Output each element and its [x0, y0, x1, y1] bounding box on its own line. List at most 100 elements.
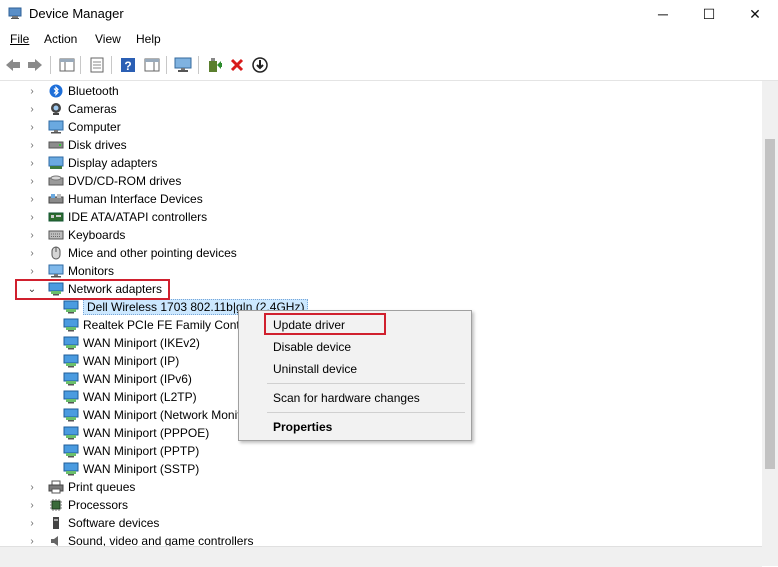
- tree-category-cameras[interactable]: › Cameras: [26, 100, 116, 118]
- tree-category-label: Keyboards: [68, 228, 126, 242]
- tree-category-disk-drives[interactable]: › Disk drives: [26, 136, 127, 154]
- tree-device-label: WAN Miniport (IP): [83, 354, 180, 368]
- tree-category-monitors[interactable]: › Monitors: [26, 262, 114, 280]
- tree-device-wan-ip[interactable]: WAN Miniport (IP): [63, 352, 179, 370]
- tree-device-wan-l2tp[interactable]: WAN Miniport (L2TP): [63, 388, 197, 406]
- chevron-right-icon[interactable]: ›: [26, 532, 38, 547]
- title-bar: Device Manager ─ ☐ ✕: [0, 0, 778, 28]
- tree-category-print-queues[interactable]: › Print queues: [26, 478, 135, 496]
- menu-file[interactable]: File: [10, 32, 29, 46]
- bluetooth-icon: [48, 83, 64, 99]
- chevron-right-icon[interactable]: ›: [26, 172, 38, 190]
- download-icon: [252, 57, 268, 73]
- network-adapter-icon: [63, 371, 79, 387]
- tree-category-display-adapters[interactable]: › Display adapters: [26, 154, 157, 172]
- tree-category-label: IDE ATA/ATAPI controllers: [68, 210, 208, 224]
- chevron-right-icon[interactable]: ›: [26, 82, 38, 100]
- tree-category-label: Software devices: [68, 516, 160, 530]
- network-adapter-icon: [63, 335, 79, 351]
- software-device-icon: [48, 515, 64, 531]
- device-manager-app-icon: [8, 7, 22, 19]
- back-button[interactable]: [3, 55, 23, 75]
- tree-category-ide-ata-atapi-controllers[interactable]: › IDE ATA/ATAPI controllers: [26, 208, 207, 226]
- update-driver-highlight: [264, 313, 386, 335]
- menu-action[interactable]: Action: [44, 32, 77, 46]
- forward-icon: [28, 59, 42, 71]
- chevron-right-icon[interactable]: ›: [26, 496, 38, 514]
- update-driver-toolbar-button[interactable]: [205, 55, 225, 75]
- tree-device-wan-pppoe[interactable]: WAN Miniport (PPPOE): [63, 424, 209, 442]
- network-adapters-highlight: [15, 279, 170, 300]
- context-menu-disable-device[interactable]: Disable device: [273, 340, 351, 354]
- scrollbar-corner: [762, 546, 778, 566]
- tree-category-label: Human Interface Devices: [68, 192, 203, 206]
- maximize-button[interactable]: ☐: [686, 0, 732, 28]
- help-button[interactable]: ?: [118, 55, 138, 75]
- uninstall-toolbar-button[interactable]: [227, 55, 247, 75]
- context-menu-uninstall-device[interactable]: Uninstall device: [273, 362, 357, 376]
- tree-category-label: Mice and other pointing devices: [68, 246, 237, 260]
- tree-device-wan-ikev2[interactable]: WAN Miniport (IKEv2): [63, 334, 200, 352]
- printer-icon: [48, 479, 64, 495]
- chevron-right-icon[interactable]: ›: [26, 226, 38, 244]
- tree-category-mice-and-other-pointing-devices[interactable]: › Mice and other pointing devices: [26, 244, 237, 262]
- menu-help[interactable]: Help: [136, 32, 161, 46]
- close-icon: ✕: [749, 5, 761, 22]
- chevron-right-icon[interactable]: ›: [26, 478, 38, 496]
- chevron-right-icon[interactable]: ›: [26, 208, 38, 226]
- vertical-scrollbar-thumb[interactable]: [765, 139, 775, 469]
- tree-category-processors[interactable]: › Processors: [26, 496, 128, 514]
- tree-category-sound-video-game-controllers[interactable]: › Sound, video and game controllers: [26, 532, 253, 546]
- show-hide-console-tree-icon: [59, 58, 75, 72]
- tree-category-label: Disk drives: [68, 138, 127, 152]
- context-menu-scan-for-hardware-changes[interactable]: Scan for hardware changes: [273, 391, 420, 405]
- chevron-right-icon[interactable]: ›: [26, 100, 38, 118]
- network-adapter-icon: [63, 407, 79, 423]
- chevron-right-icon[interactable]: ›: [26, 244, 38, 262]
- tree-device-label: WAN Miniport (PPTP): [83, 444, 200, 458]
- tree-device-wan-sstp[interactable]: WAN Miniport (SSTP): [63, 460, 199, 478]
- mouse-icon: [48, 245, 64, 261]
- tree-device-realtek[interactable]: Realtek PCIe FE Family Controller: [63, 316, 266, 334]
- tree-device-wan-ipv6[interactable]: WAN Miniport (IPv6): [63, 370, 192, 388]
- tree-category-software-devices[interactable]: › Software devices: [26, 514, 159, 532]
- vertical-scrollbar[interactable]: [762, 81, 778, 546]
- forward-button[interactable]: [25, 55, 45, 75]
- toolbar-separator: [80, 56, 81, 74]
- tree-device-label: WAN Miniport (Network Monitor): [83, 408, 256, 422]
- tree-category-label: Monitors: [68, 264, 115, 278]
- chevron-right-icon[interactable]: ›: [26, 514, 38, 532]
- chevron-right-icon[interactable]: ›: [26, 136, 38, 154]
- dvd-drive-icon: [48, 173, 64, 189]
- chevron-right-icon[interactable]: ›: [26, 154, 38, 172]
- chevron-right-icon[interactable]: ›: [26, 190, 38, 208]
- tree-device-wan-network-monitor[interactable]: WAN Miniport (Network Monitor): [63, 406, 255, 424]
- enable-device-toolbar-button[interactable]: [250, 55, 270, 75]
- tree-device-label: WAN Miniport (IKEv2): [83, 336, 200, 350]
- tree-category-human-interface-devices[interactable]: › Human Interface Devices: [26, 190, 203, 208]
- properties-button[interactable]: [87, 55, 107, 75]
- display-button[interactable]: [173, 55, 193, 75]
- network-adapter-icon: [63, 443, 79, 459]
- tree-category-computer[interactable]: › Computer: [26, 118, 120, 136]
- tree-category-bluetooth[interactable]: › Bluetooth: [26, 82, 118, 100]
- minimize-icon: ─: [658, 6, 668, 22]
- minimize-button[interactable]: ─: [640, 0, 686, 28]
- close-button[interactable]: ✕: [732, 0, 778, 28]
- tree-category-label: Print queues: [68, 480, 136, 494]
- horizontal-scrollbar[interactable]: [0, 546, 762, 567]
- tree-category-keyboards[interactable]: › Keyboards: [26, 226, 125, 244]
- network-adapter-icon: [63, 317, 79, 333]
- tree-category-dvd-cd-rom-drives[interactable]: › DVD/CD-ROM drives: [26, 172, 181, 190]
- show-hide-console-tree-button[interactable]: [57, 55, 77, 75]
- tree-device-wan-pptp[interactable]: WAN Miniport (PPTP): [63, 442, 199, 460]
- network-adapter-icon: [63, 389, 79, 405]
- context-menu-properties[interactable]: Properties: [273, 420, 332, 434]
- chevron-right-icon[interactable]: ›: [26, 262, 38, 280]
- action-pane-button[interactable]: [142, 55, 162, 75]
- menu-view[interactable]: View: [95, 32, 121, 46]
- tree-category-label: DVD/CD-ROM drives: [68, 174, 182, 188]
- tree-device-label: WAN Miniport (SSTP): [83, 462, 200, 476]
- chevron-right-icon[interactable]: ›: [26, 118, 38, 136]
- help-icon: ?: [121, 58, 135, 73]
